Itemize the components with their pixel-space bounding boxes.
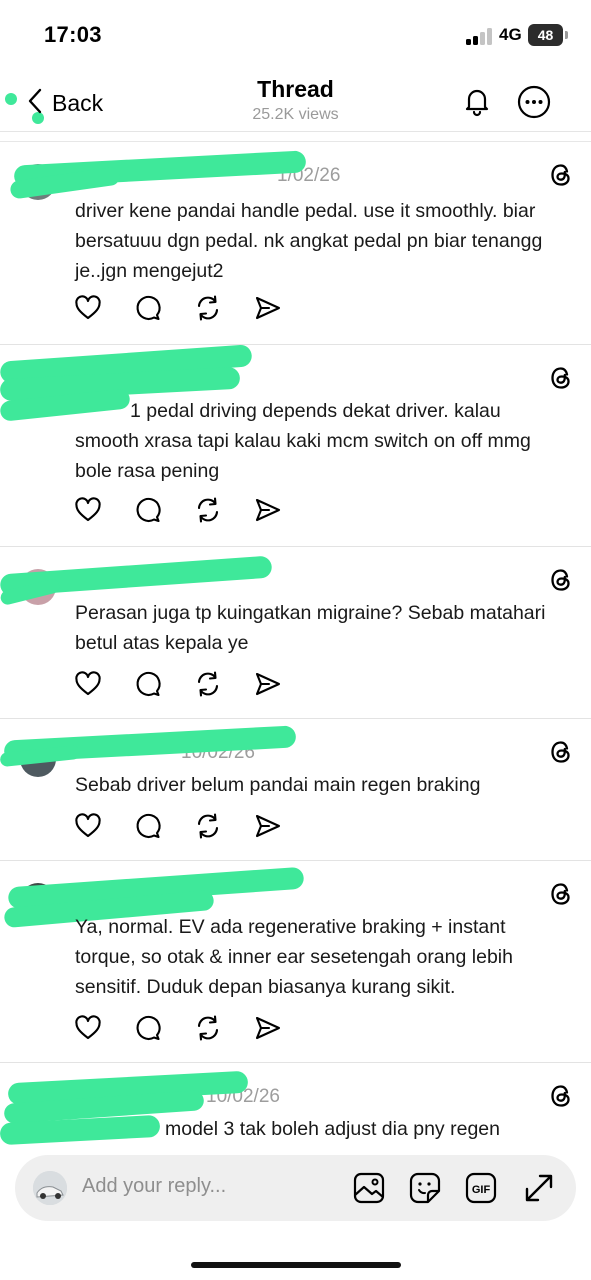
sticker-icon[interactable] [408,1171,442,1210]
post-actions [74,670,314,703]
more-icon[interactable] [517,85,551,124]
status-time: 17:03 [44,22,102,47]
gif-icon[interactable]: GIF [464,1171,498,1210]
like-button[interactable] [74,294,134,326]
like-button[interactable] [74,1014,134,1046]
post-text: driver kene pandai handle pedal. use it … [75,200,543,282]
share-icon [254,670,282,703]
like-button[interactable] [74,670,134,702]
post-text: Sebab driver belum pandai main regen bra… [75,774,481,796]
repost-icon [194,1014,222,1047]
view-count: 25.2K views [252,106,339,123]
cellular-signal-icon [466,27,494,45]
reply-post: Ya, normal. EV ada regenerative braking … [0,861,591,1063]
like-button[interactable] [74,812,134,844]
reply-feed: 1/02/26 driver kene pandai handle pedal.… [0,141,591,1151]
repost-icon [194,294,222,327]
comment-button[interactable] [134,813,194,843]
page-title: Thread [257,76,334,102]
comment-button[interactable] [134,1015,194,1045]
comment-button[interactable] [134,497,194,527]
heart-icon [74,496,102,528]
repost-icon [194,670,222,703]
share-button[interactable] [254,1015,314,1045]
status-bar: 17:03 4G 48 [0,0,591,70]
repost-button[interactable] [194,812,254,845]
reply-composer[interactable]: Add your reply... GIF [15,1155,576,1221]
threads-logo-icon[interactable] [548,567,574,598]
threads-logo-icon[interactable] [548,739,574,770]
reply-post: 1 pedal driving depends dekat driver. ka… [0,344,591,547]
post-actions [74,1014,314,1047]
repost-icon [194,496,222,529]
comment-icon [134,294,162,327]
reply-input[interactable]: Add your reply... [82,1175,226,1198]
comment-icon [134,812,162,845]
battery-icon: 48 [528,24,563,46]
share-icon [254,496,282,529]
network-type: 4G [499,25,522,44]
post-actions [74,496,314,529]
share-button[interactable] [254,295,314,325]
comment-button[interactable] [134,295,194,325]
comment-button[interactable] [134,671,194,701]
repost-button[interactable] [194,294,254,327]
repost-icon [194,812,222,845]
avatar [33,1171,67,1205]
post-actions [74,294,314,327]
reply-post: 10/02/26 model 3 tak boleh adjust dia pn… [0,1063,591,1151]
image-icon[interactable] [352,1171,386,1210]
post-text: Perasan juga tp kuingatkan migraine? Seb… [75,602,546,654]
comment-icon [134,496,162,529]
repost-button[interactable] [194,670,254,703]
post-text: 1 pedal driving depends dekat driver. ka… [75,400,531,482]
reply-post: Perasan juga tp kuingatkan migraine? Seb… [0,547,591,719]
home-indicator [191,1262,401,1268]
reply-post: 1/02/26 driver kene pandai handle pedal.… [0,142,591,345]
post-text: model 3 tak boleh adjust dia pny regen [165,1118,500,1140]
heart-icon [74,670,102,702]
post-actions [74,812,314,845]
share-icon [254,294,282,327]
repost-button[interactable] [194,1014,254,1047]
heart-icon [74,812,102,844]
like-button[interactable] [74,496,134,528]
bell-icon[interactable] [461,85,493,122]
expand-icon[interactable] [522,1171,556,1210]
threads-logo-icon[interactable] [548,1083,574,1114]
threads-logo-icon[interactable] [548,365,574,396]
share-icon [254,1014,282,1047]
nav-bar: Back Thread 25.2K views [0,70,591,132]
threads-logo-icon[interactable] [548,162,574,193]
battery-tip [565,31,568,39]
share-icon [254,812,282,845]
repost-button[interactable] [194,496,254,529]
comment-icon [134,670,162,703]
share-button[interactable] [254,671,314,701]
reply-post: 10/02/26 Sebab driver belum pandai main … [0,719,591,861]
svg-text:GIF: GIF [472,1184,491,1196]
share-button[interactable] [254,813,314,843]
comment-icon [134,1014,162,1047]
heart-icon [74,294,102,326]
post-text: Ya, normal. EV ada regenerative braking … [75,916,513,998]
heart-icon [74,1014,102,1046]
threads-logo-icon[interactable] [548,881,574,912]
share-button[interactable] [254,497,314,527]
